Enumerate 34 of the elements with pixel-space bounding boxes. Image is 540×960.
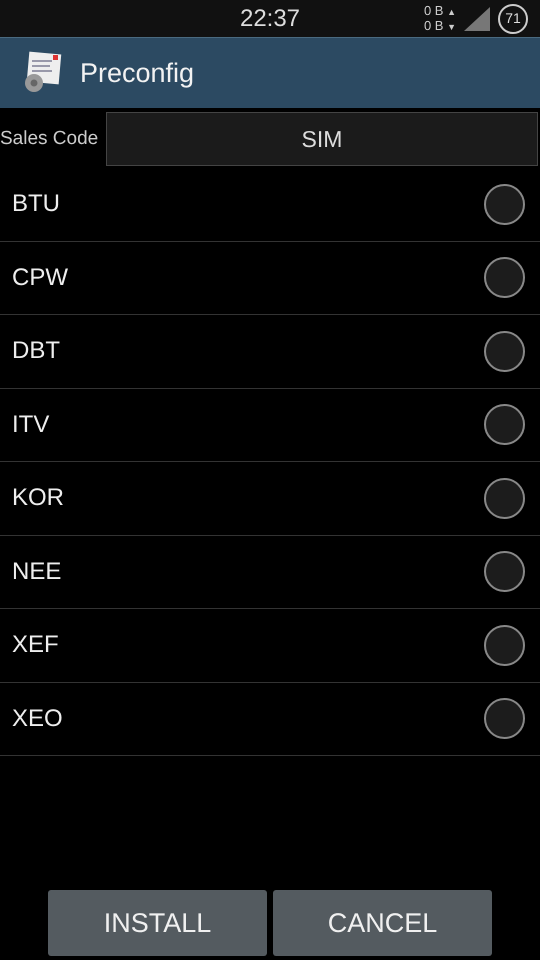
radio-button[interactable] bbox=[484, 551, 525, 592]
upload-rate: 0 B ▲ bbox=[424, 4, 456, 18]
option-label: ITV bbox=[12, 410, 50, 440]
option-row[interactable]: BTU bbox=[0, 168, 540, 242]
option-row[interactable]: KOR bbox=[0, 462, 540, 536]
signal-icon bbox=[464, 6, 490, 30]
option-label: NEE bbox=[12, 556, 62, 587]
sales-code-label: Sales Code bbox=[0, 126, 100, 151]
option-label: KOR bbox=[12, 483, 64, 514]
option-label: BTU bbox=[12, 189, 60, 220]
option-label: XEO bbox=[12, 704, 63, 734]
radio-button[interactable] bbox=[484, 698, 525, 740]
radio-button[interactable] bbox=[484, 478, 525, 519]
radio-button[interactable] bbox=[484, 257, 525, 298]
option-row[interactable]: NEE bbox=[0, 536, 540, 609]
radio-button[interactable] bbox=[484, 624, 525, 666]
option-row[interactable]: XEO bbox=[0, 682, 540, 756]
option-row[interactable]: ITV bbox=[0, 388, 540, 462]
app-title: Preconfig bbox=[80, 56, 194, 90]
battery-icon: 71 bbox=[498, 4, 528, 34]
option-label: CPW bbox=[12, 262, 68, 293]
option-row[interactable]: DBT bbox=[0, 315, 540, 388]
action-button[interactable]: INSTALL bbox=[48, 890, 267, 956]
option-label: DBT bbox=[12, 336, 60, 366]
download-rate: 0 B ▼ bbox=[424, 18, 456, 34]
option-label: XEF bbox=[12, 630, 59, 660]
action-button[interactable]: CANCEL bbox=[273, 890, 492, 956]
radio-button[interactable] bbox=[484, 330, 525, 372]
option-row[interactable]: CPW bbox=[0, 242, 540, 315]
sales-code-field[interactable]: SIM bbox=[106, 112, 538, 166]
status-time: 22:37 bbox=[240, 4, 300, 34]
option-row[interactable]: XEF bbox=[0, 609, 540, 682]
radio-button[interactable] bbox=[484, 404, 525, 446]
radio-button[interactable] bbox=[484, 184, 525, 225]
